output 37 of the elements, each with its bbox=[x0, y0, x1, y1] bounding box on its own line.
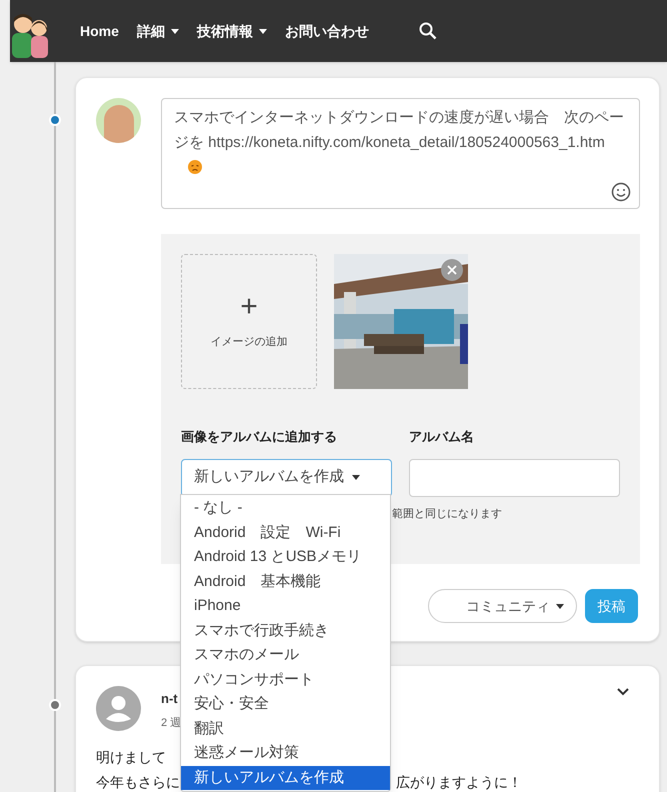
add-image-button[interactable]: + イメージの追加 bbox=[181, 254, 317, 389]
scope-select[interactable]: コミュニティ bbox=[428, 589, 577, 623]
dropdown-option[interactable]: 安心・安全 bbox=[181, 692, 390, 716]
close-icon bbox=[447, 265, 457, 275]
dropdown-option[interactable]: パソコンサポート bbox=[181, 668, 390, 692]
post-time: 2 週 bbox=[161, 716, 182, 730]
field-label: アルバム名 bbox=[409, 428, 474, 446]
user-avatar-icon bbox=[96, 686, 141, 731]
post-text: 明けまして bbox=[96, 749, 166, 765]
dropdown-option[interactable]: スマホで行政手続き bbox=[181, 618, 390, 643]
album-name-field[interactable] bbox=[409, 458, 620, 496]
search-icon[interactable] bbox=[418, 22, 437, 40]
nav-link[interactable]: お問い合わせ bbox=[284, 20, 369, 42]
dropdown-option[interactable]: iPhone bbox=[181, 594, 390, 618]
caret-icon bbox=[352, 475, 360, 480]
chevron-down-icon[interactable] bbox=[617, 688, 629, 696]
caret-icon bbox=[556, 604, 564, 608]
dropdown-option[interactable]: - なし - bbox=[181, 496, 390, 520]
post-text: 広がりますように！ bbox=[396, 773, 522, 792]
emoji-icon[interactable] bbox=[611, 182, 631, 202]
dropdown-option[interactable]: Android 13 とUSBメモリ bbox=[181, 545, 390, 570]
dropdown-option[interactable]: 迷惑メール対策 bbox=[181, 741, 390, 766]
dropdown-option[interactable]: Andorid 設定 Wi-Fi bbox=[181, 520, 390, 545]
nav-link[interactable]: 技術情報 bbox=[196, 20, 267, 42]
dropdown-option[interactable]: 翻訳 bbox=[181, 716, 390, 741]
sad-face-icon bbox=[188, 160, 202, 174]
dropdown-option[interactable]: スマホのメール bbox=[181, 643, 390, 668]
nav-link[interactable]: 詳細 bbox=[136, 20, 179, 42]
author-name: n-t bbox=[161, 690, 179, 708]
post-text: 今年もさらに bbox=[96, 774, 180, 790]
dropdown-option[interactable]: Android 基本機能 bbox=[181, 570, 390, 594]
nav-link[interactable]: Home bbox=[80, 20, 119, 42]
album-select[interactable]: 新しいアルバムを作成 bbox=[181, 458, 392, 496]
hint-text: 範囲と同じになります bbox=[392, 508, 502, 520]
post-text-field[interactable]: スマホでインターネットダウンロードの速度が遅い場合 次のページを https://koneta.nifty.com/koneta_detail/180524000563_1.htm bbox=[161, 98, 640, 209]
field-label: 画像をアルバムに追加する bbox=[181, 428, 338, 446]
dropdown-option[interactable]: 新しいアルバムを作成 bbox=[181, 766, 390, 790]
